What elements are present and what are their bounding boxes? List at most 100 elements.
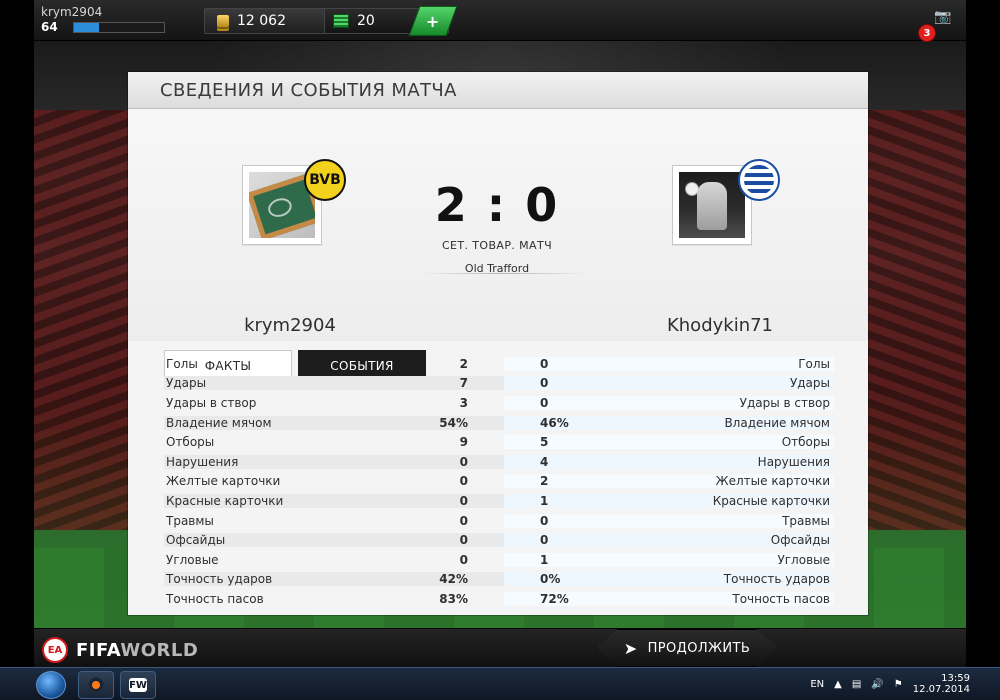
match-type: СЕТ. ТОВАР. МАТЧ (441, 239, 553, 252)
fifaworld-taskbar-button[interactable]: FW (120, 671, 156, 699)
fifa-text: FIFA (76, 639, 121, 661)
stat-label-right: Желтые карточки (624, 474, 834, 489)
origin-icon (88, 677, 104, 693)
stat-label-left: Травмы (166, 513, 214, 528)
points-value: 20 (357, 13, 375, 29)
stat-label-left: Удары в створ (166, 395, 257, 410)
user-level: 64 (41, 20, 58, 34)
fw-icon: FW (129, 678, 147, 692)
language-indicator[interactable]: EN (810, 679, 824, 690)
stat-away-value: 5 (504, 435, 624, 450)
stat-away-value: 46% (504, 415, 624, 430)
qpr-crest-icon (744, 165, 774, 195)
stats-row-yellow-cards: Желтые карточки 0 2 Желтые карточки (164, 472, 834, 492)
stat-label-left: Удары (164, 376, 384, 391)
coins-icon (217, 15, 229, 27)
stat-away-value: 1 (504, 493, 624, 508)
stats-row-offsides: Офсайды 0 0 Офсайды (164, 530, 834, 550)
user-profile[interactable]: krym2904 64 (41, 5, 176, 35)
stat-home-value: 7 (384, 376, 504, 391)
away-team-name: Khodykin71 (666, 315, 774, 336)
stats-row-corners: Угловые 0 1 Угловые (164, 550, 834, 570)
stat-label-right: Точность ударов (624, 572, 834, 587)
stats-row-shots: Удары 7 0 Удары (164, 374, 834, 394)
stat-away-value: 1 (504, 552, 624, 567)
panel-header: СВЕДЕНИЯ И СОБЫТИЯ МАТЧА (128, 72, 868, 109)
xp-bar (73, 21, 165, 33)
match-summary-panel: СВЕДЕНИЯ И СОБЫТИЯ МАТЧА BVB krym2904 2 … (128, 72, 868, 615)
stat-home-value: 0 (459, 513, 468, 528)
tray-arrow-icon[interactable]: ▲ (834, 679, 842, 690)
xp-fill (74, 22, 100, 32)
stat-home-value: 2 (459, 356, 468, 371)
fifaworld-logo: EA FIFAWORLD (42, 637, 198, 663)
username: krym2904 (41, 5, 103, 19)
fifaworld-wordmark: FIFAWORLD (76, 640, 198, 661)
windows-taskbar: FW EN ▲ ▤ 🔊 ⚑ 13:59 12.07.2014 (0, 667, 1000, 700)
away-avatar-image (679, 172, 745, 238)
stat-home-value: 0 (459, 552, 468, 567)
start-button[interactable] (36, 671, 66, 699)
stat-home-value: 0 (384, 533, 504, 548)
stat-label-left: Голы (166, 356, 198, 371)
stat-label-right: Отборы (624, 435, 834, 450)
stat-home-value: 54% (384, 415, 504, 430)
stat-away-value: 4 (504, 454, 624, 469)
stat-label-right: Владение мячом (624, 415, 834, 430)
stat-home-value: 0 (384, 454, 504, 469)
continue-button[interactable]: ➤ ПРОДОЛЖИТЬ (596, 629, 778, 667)
home-team: BVB krym2904 (200, 159, 380, 336)
stat-label-right: Офсайды (624, 533, 834, 548)
away-club-badge (738, 159, 780, 201)
stats-row-shots-on-target: Удары в створ 3 0 Удары в створ (164, 393, 834, 413)
stat-away-value: 0% (504, 572, 624, 587)
stat-label-right: Красные карточки (624, 493, 834, 508)
score-divider (420, 273, 586, 274)
match-stats-table: Голы 2 0 Голы Удары 7 0 Удары Удары в ст… (164, 354, 834, 609)
coins-value: 12 062 (237, 13, 286, 29)
stat-label-left: Владение мячом (164, 415, 384, 430)
stat-label-right: Удары в створ (624, 395, 834, 410)
network-icon[interactable]: ▤ (852, 679, 861, 690)
clock-time: 13:59 (941, 673, 970, 684)
stats-row-shot-accuracy: Точность ударов 42% 0% Точность ударов (164, 570, 834, 590)
stat-home-value: 9 (459, 435, 468, 450)
action-center-icon[interactable]: ⚑ (894, 679, 903, 690)
stats-row-fouls: Нарушения 0 4 Нарушения (164, 452, 834, 472)
notification-badge[interactable]: 3 (918, 24, 936, 42)
stats-row-goals: Голы 2 0 Голы (164, 354, 834, 374)
panel-title: СВЕДЕНИЯ И СОБЫТИЯ МАТЧА (160, 79, 457, 101)
continue-label: ПРОДОЛЖИТЬ (647, 640, 751, 656)
stats-row-pass-accuracy: Точность пасов 83% 72% Точность пасов (164, 589, 834, 609)
right-black-strip (966, 0, 1000, 700)
stat-label-right: Удары (624, 376, 834, 391)
clock-date: 12.07.2014 (912, 684, 970, 695)
stat-home-value: 42% (384, 572, 504, 587)
scorebox: 2 : 0 СЕТ. ТОВАР. МАТЧ Old Trafford (402, 179, 592, 275)
away-team: Khodykin71 (630, 159, 810, 336)
ea-logo-text: EA (47, 644, 63, 656)
home-club-badge: BVB (304, 159, 346, 201)
origin-taskbar-button[interactable] (78, 671, 114, 699)
ea-sports-logo-icon: EA (42, 637, 68, 663)
left-black-strip (0, 0, 34, 700)
stat-label-right: Травмы (624, 513, 834, 528)
stat-away-value: 0 (504, 533, 624, 548)
stat-label-left: Нарушения (164, 454, 384, 469)
stat-label-left: Красные карточки (164, 493, 384, 508)
stat-away-value: 0 (504, 356, 624, 371)
stat-away-value: 2 (504, 474, 624, 489)
stat-home-value: 0 (459, 474, 468, 489)
clock[interactable]: 13:59 12.07.2014 (913, 673, 970, 695)
stats-row-possession: Владение мячом 54% 46% Владение мячом (164, 413, 834, 433)
home-club-badge-text: BVB (309, 172, 341, 188)
camera-icon[interactable]: 📷 (934, 10, 951, 24)
stats-row-injuries: Травмы 0 0 Травмы (164, 511, 834, 531)
stat-label-right: Точность пасов (624, 591, 834, 606)
stat-label-left: Точность пасов (166, 591, 264, 606)
level-row: 64 (41, 20, 176, 34)
bottom-bar: EA FIFAWORLD ➤ ПРОДОЛЖИТЬ (34, 628, 966, 669)
home-team-name: krym2904 (244, 315, 336, 336)
stat-away-value: 0 (504, 376, 624, 391)
volume-icon[interactable]: 🔊 (871, 679, 883, 690)
